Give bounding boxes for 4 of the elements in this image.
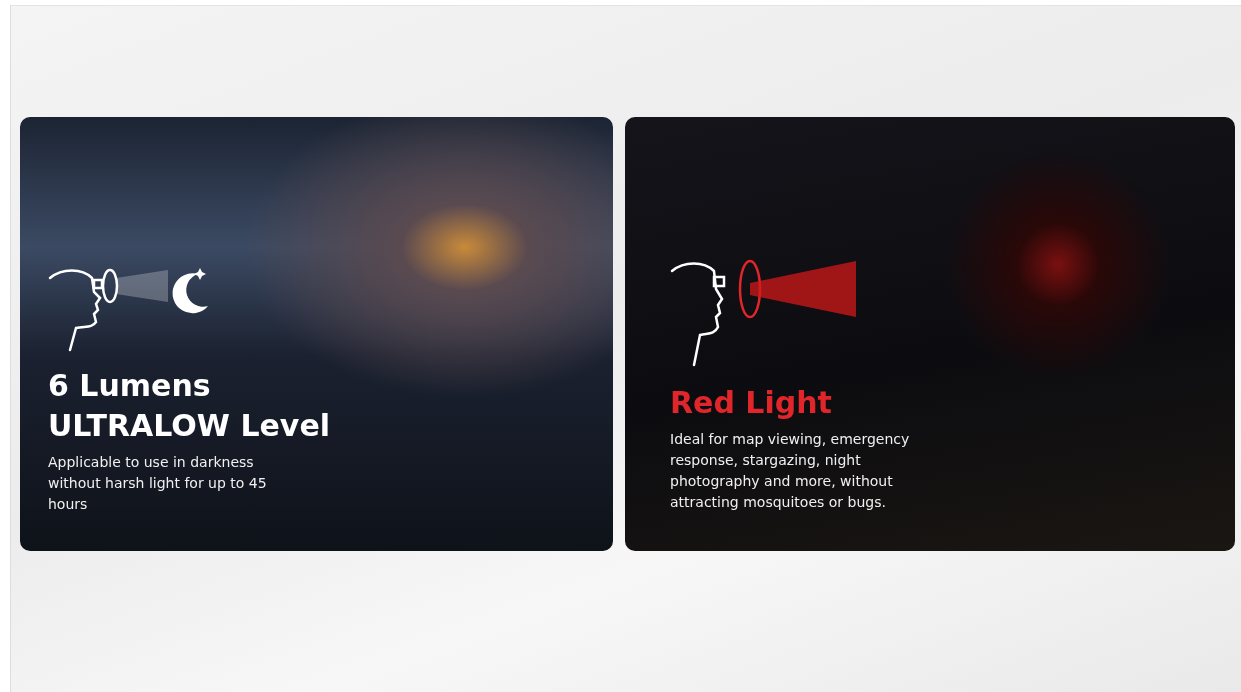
card-title: Red Light [670,384,833,422]
card-description: Applicable to use in darkness without harsh light for up to 45 hours [48,453,268,514]
card-title: 6 Lumens ULTRALOW Level [48,367,332,445]
card-description: Ideal for map viewing, emergency response, stargazing, night photography and more, without attracting mosquitoes or bugs. [670,430,911,512]
